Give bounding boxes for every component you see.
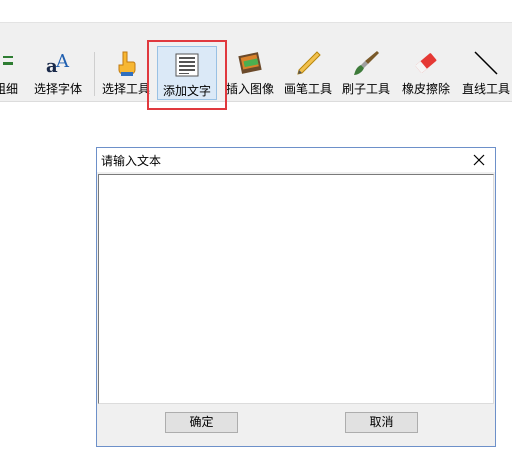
font-icon: a A — [43, 48, 73, 78]
pencil-icon — [293, 48, 323, 78]
close-icon[interactable] — [469, 150, 489, 170]
tool-line-weight[interactable]: 粗细 — [0, 48, 24, 98]
ok-button[interactable]: 确定 — [165, 412, 238, 433]
picture-icon — [235, 48, 265, 78]
tool-label: 刷子工具 — [341, 82, 390, 96]
line-weight-icon — [0, 48, 21, 78]
tool-label: 直线工具 — [461, 82, 510, 96]
tool-pencil[interactable]: 画笔工具 — [280, 48, 336, 98]
dialog-title: 请输入文本 — [101, 154, 162, 168]
tool-insert-image[interactable]: 插入图像 — [222, 48, 278, 98]
window-top-strip — [0, 0, 512, 22]
tool-select-font[interactable]: a A 选择字体 — [30, 48, 86, 98]
cancel-button[interactable]: 取消 — [345, 412, 418, 433]
line-icon — [471, 48, 501, 78]
tool-add-text[interactable]: 添加文字 — [157, 46, 217, 100]
tool-label: 选择字体 — [33, 82, 82, 96]
tool-select[interactable]: 选择工具 — [98, 48, 154, 98]
toolbar-separator — [94, 52, 95, 96]
tool-label: 添加文字 — [162, 84, 211, 98]
brush-icon — [351, 48, 381, 78]
tool-label: 粗细 — [0, 82, 18, 96]
pointer-hand-icon — [111, 48, 141, 78]
tool-label: 画笔工具 — [283, 82, 332, 96]
tool-brush[interactable]: 刷子工具 — [338, 48, 394, 98]
text-input-area[interactable] — [98, 174, 494, 404]
dialog-titlebar[interactable]: 请输入文本 — [97, 148, 495, 172]
tool-label: 选择工具 — [101, 82, 150, 96]
tool-line[interactable]: 直线工具 — [458, 48, 512, 98]
text-input-dialog: 请输入文本 确定 取消 — [96, 147, 496, 447]
tool-eraser[interactable]: 橡皮擦除 — [398, 48, 454, 98]
tool-label: 插入图像 — [225, 82, 274, 96]
text-block-icon — [172, 51, 202, 81]
tool-label: 橡皮擦除 — [401, 82, 450, 96]
svg-text:A: A — [55, 51, 70, 72]
eraser-icon — [411, 48, 441, 78]
